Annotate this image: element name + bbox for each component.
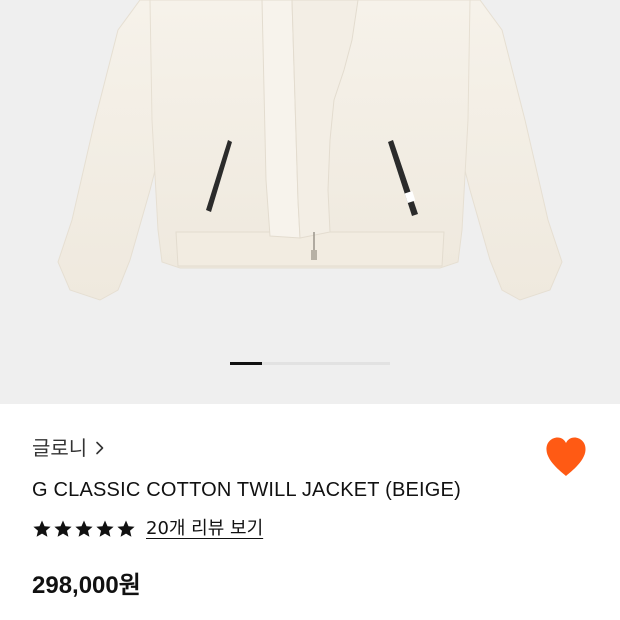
star-icon <box>117 520 135 537</box>
star-icon <box>75 520 93 537</box>
slide-indicator <box>230 362 390 365</box>
review-link[interactable]: 20개 리뷰 보기 <box>146 516 263 542</box>
product-image-gallery[interactable] <box>0 0 620 404</box>
jacket-image <box>57 0 563 301</box>
chevron-right-icon <box>96 441 104 455</box>
star-icon <box>96 520 114 537</box>
rating-row: 20개 리뷰 보기 <box>32 516 263 542</box>
star-icon <box>54 520 72 537</box>
product-info-section: 글로니 G CLASSIC COTTON TWILL JACKET (BEIGE… <box>0 404 620 620</box>
brand-link[interactable]: 글로니 <box>32 434 105 462</box>
slide-indicator-active <box>230 362 262 365</box>
star-rating <box>32 519 137 539</box>
heart-icon[interactable] <box>544 436 588 478</box>
product-title: G CLASSIC COTTON TWILL JACKET (BEIGE) <box>32 479 461 501</box>
star-icon <box>33 520 51 537</box>
product-price: 298,000원 <box>32 572 141 599</box>
brand-name: 글로니 <box>32 436 88 460</box>
